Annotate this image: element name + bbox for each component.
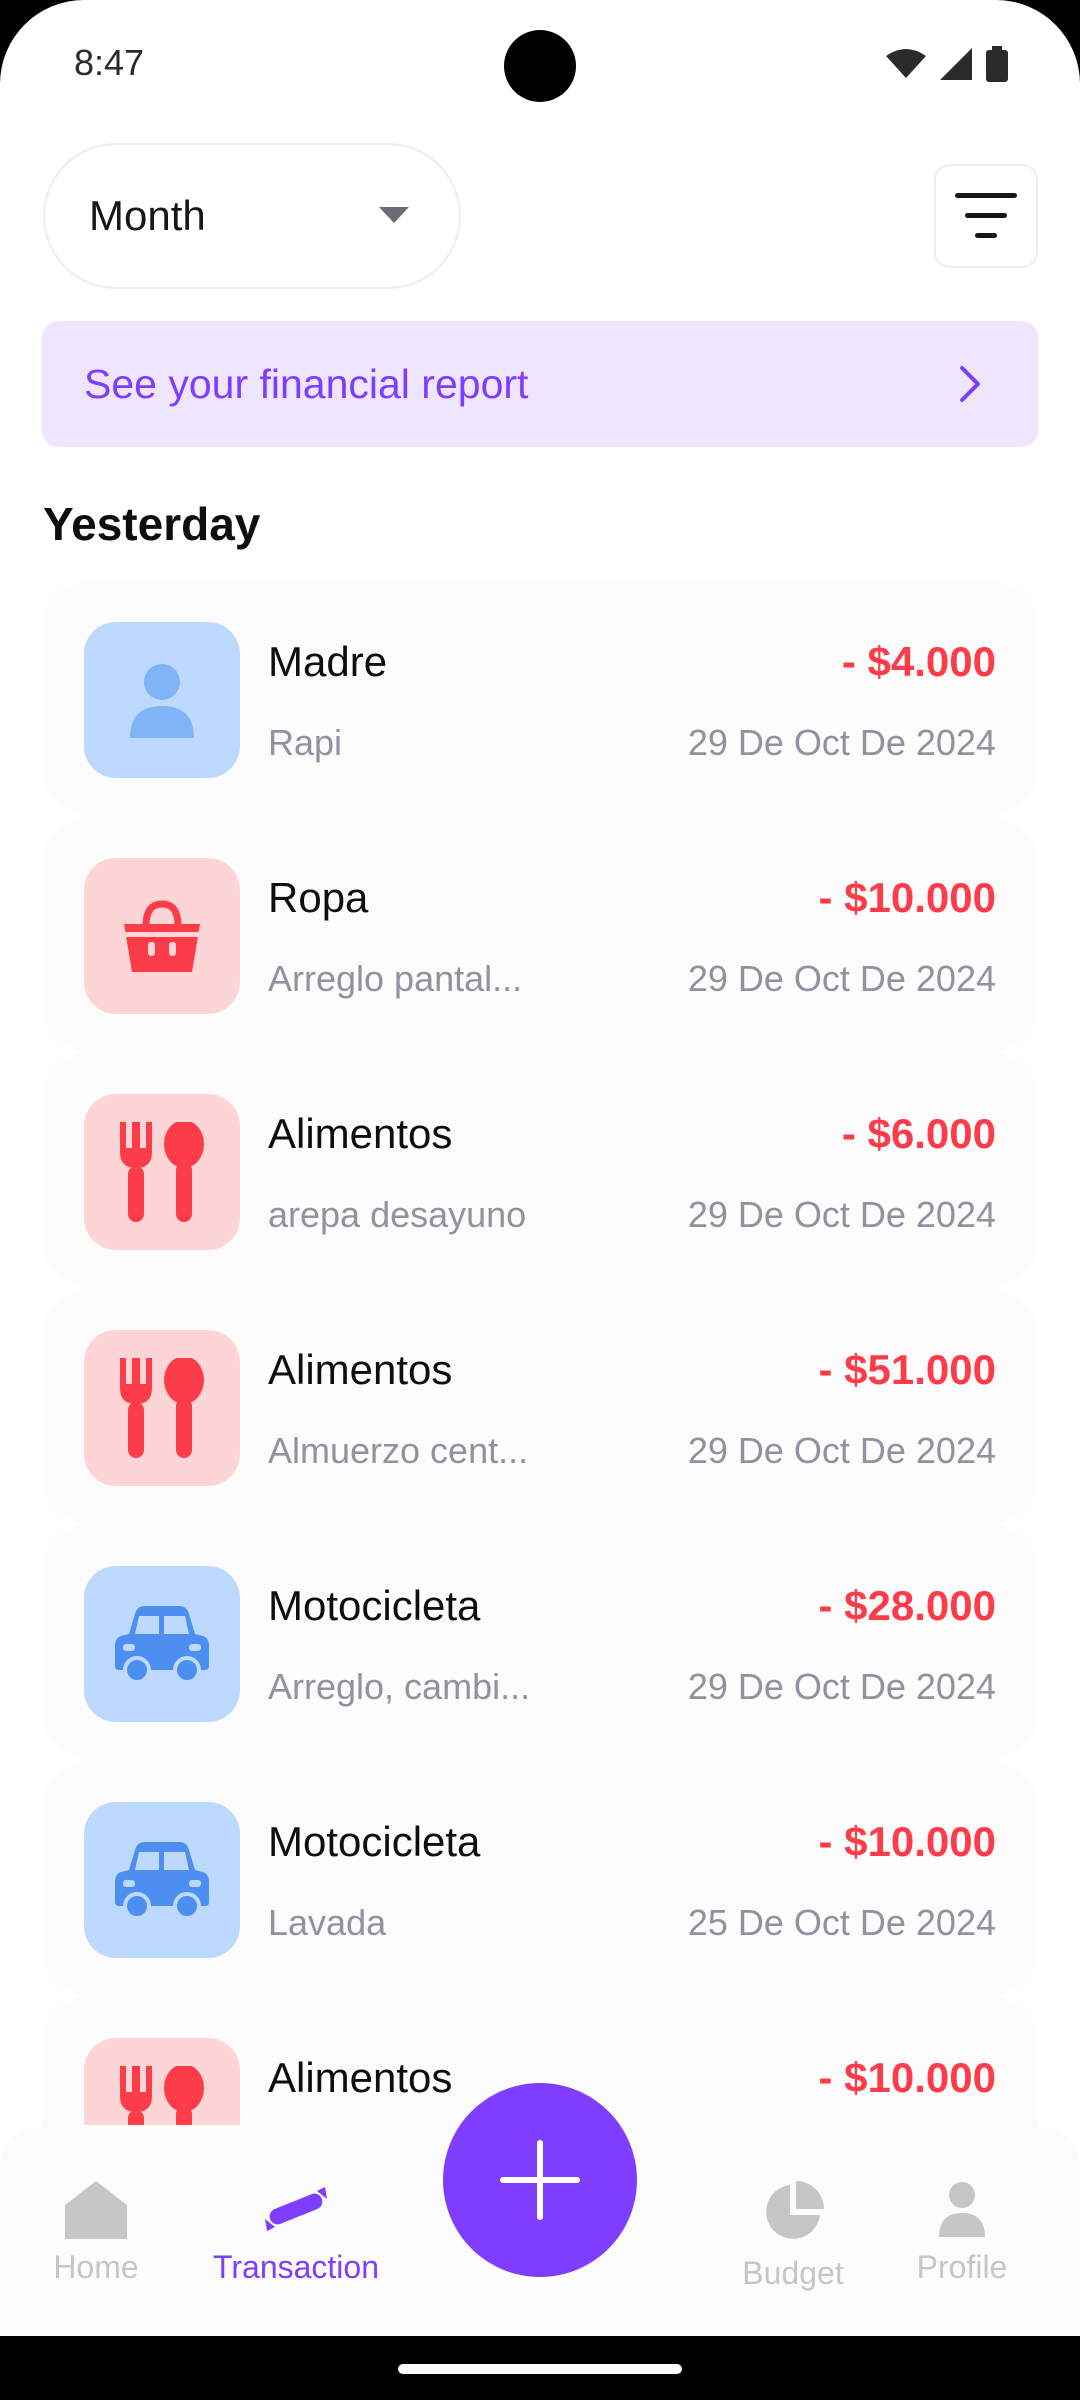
signal-icon — [940, 48, 972, 80]
transaction-date: 29 De Oct De 2024 — [687, 722, 996, 763]
nav-label: Home — [53, 2249, 139, 2285]
transaction-item[interactable]: Ropa Arreglo pantal... - $10.000 29 De O… — [42, 816, 1038, 1052]
gesture-home-indicator[interactable] — [398, 2364, 682, 2374]
period-dropdown-value: Month — [89, 192, 206, 239]
home-icon — [65, 2181, 127, 2239]
transaction-date: 29 De Oct De 2024 — [687, 1430, 996, 1471]
transaction-amount: - $10.000 — [818, 1818, 996, 1865]
status-bar: 8:47 — [0, 0, 1080, 130]
category-icon-badge — [84, 1094, 240, 1250]
transaction-amount: - $28.000 — [818, 1582, 996, 1629]
transaction-amount: - $51.000 — [818, 1346, 996, 1393]
nav-item-profile[interactable]: Profile — [872, 2179, 1052, 2286]
transaction-item[interactable]: Alimentos arepa desayuno - $6.000 29 De … — [42, 1052, 1038, 1288]
transaction-category: Alimentos — [268, 1110, 453, 1157]
period-dropdown[interactable]: Month — [43, 143, 461, 289]
transaction-note: Arreglo, cambi... — [268, 1666, 531, 1707]
transaction-amount: - $4.000 — [841, 638, 996, 685]
car-icon — [115, 1842, 209, 1920]
category-icon-badge — [84, 858, 240, 1014]
transaction-date: 29 De Oct De 2024 — [687, 1194, 996, 1235]
transaction-note: Lavada — [268, 1902, 387, 1943]
nav-item-transaction[interactable]: Transaction — [206, 2179, 386, 2286]
transaction-category: Alimentos — [268, 1346, 453, 1393]
transaction-note: Rapi — [268, 722, 343, 763]
transaction-note: Arreglo pantal... — [268, 958, 523, 999]
category-icon-badge — [84, 622, 240, 778]
transaction-amount: - $10.000 — [818, 874, 996, 921]
transaction-item[interactable]: Motocicleta Lavada - $10.000 25 De Oct D… — [42, 1760, 1038, 1996]
filter-button[interactable] — [934, 164, 1038, 268]
pie-chart-icon — [766, 2181, 824, 2239]
transaction-amount: - $6.000 — [841, 1110, 996, 1157]
transaction-list: Madre Rapi - $4.000 29 De Oct De 2024 Ro… — [42, 580, 1038, 2232]
section-title: Yesterday — [43, 498, 261, 550]
transaction-date: 29 De Oct De 2024 — [687, 958, 996, 999]
transaction-category: Madre — [268, 638, 388, 685]
nav-label: Budget — [742, 2255, 844, 2291]
status-icons — [886, 46, 1008, 82]
category-icon-badge — [84, 1330, 240, 1486]
transaction-icon — [265, 2187, 327, 2231]
transaction-item[interactable]: Madre Rapi - $4.000 29 De Oct De 2024 — [42, 580, 1038, 816]
transaction-category: Motocicleta — [268, 1818, 481, 1865]
transaction-date: 25 De Oct De 2024 — [687, 1902, 996, 1943]
transaction-note: Almuerzo cent... — [268, 1430, 529, 1471]
food-icon — [120, 1122, 204, 1222]
add-transaction-button[interactable] — [443, 2083, 637, 2277]
user-icon — [130, 664, 194, 738]
camera-cutout — [504, 30, 576, 102]
financial-report-label: See your financial report — [84, 360, 529, 407]
app-screen: 8:47 Month See your financial report Yes… — [0, 0, 1080, 2336]
battery-icon — [986, 46, 1008, 82]
chevron-right-icon — [960, 366, 980, 402]
food-icon — [120, 1358, 204, 1458]
nav-label: Profile — [916, 2249, 1008, 2285]
wifi-icon — [886, 49, 926, 78]
transaction-category: Motocicleta — [268, 1582, 481, 1629]
category-icon-badge — [84, 1566, 240, 1722]
chevron-down-icon — [379, 207, 409, 223]
status-time: 8:47 — [74, 42, 145, 83]
financial-report-banner[interactable]: See your financial report — [42, 321, 1038, 447]
car-icon — [115, 1606, 209, 1684]
transaction-item[interactable]: Alimentos Almuerzo cent... - $51.000 29 … — [42, 1288, 1038, 1524]
filter-sort-icon — [955, 193, 1017, 238]
transaction-note: arepa desayuno — [268, 1194, 527, 1235]
transaction-category: Alimentos — [268, 2054, 453, 2101]
transaction-amount: - $10.000 — [818, 2054, 996, 2101]
category-icon-badge — [84, 1802, 240, 1958]
plus-icon — [500, 2140, 580, 2220]
transaction-category: Ropa — [268, 874, 369, 921]
nav-item-budget[interactable]: Budget — [703, 2179, 883, 2292]
nav-item-home[interactable]: Home — [6, 2179, 186, 2286]
transaction-date: 29 De Oct De 2024 — [687, 1666, 996, 1707]
transaction-item[interactable]: Motocicleta Arreglo, cambi... - $28.000 … — [42, 1524, 1038, 1760]
shopping-basket-icon — [124, 900, 200, 972]
user-icon — [939, 2182, 985, 2237]
nav-label: Transaction — [213, 2249, 379, 2285]
